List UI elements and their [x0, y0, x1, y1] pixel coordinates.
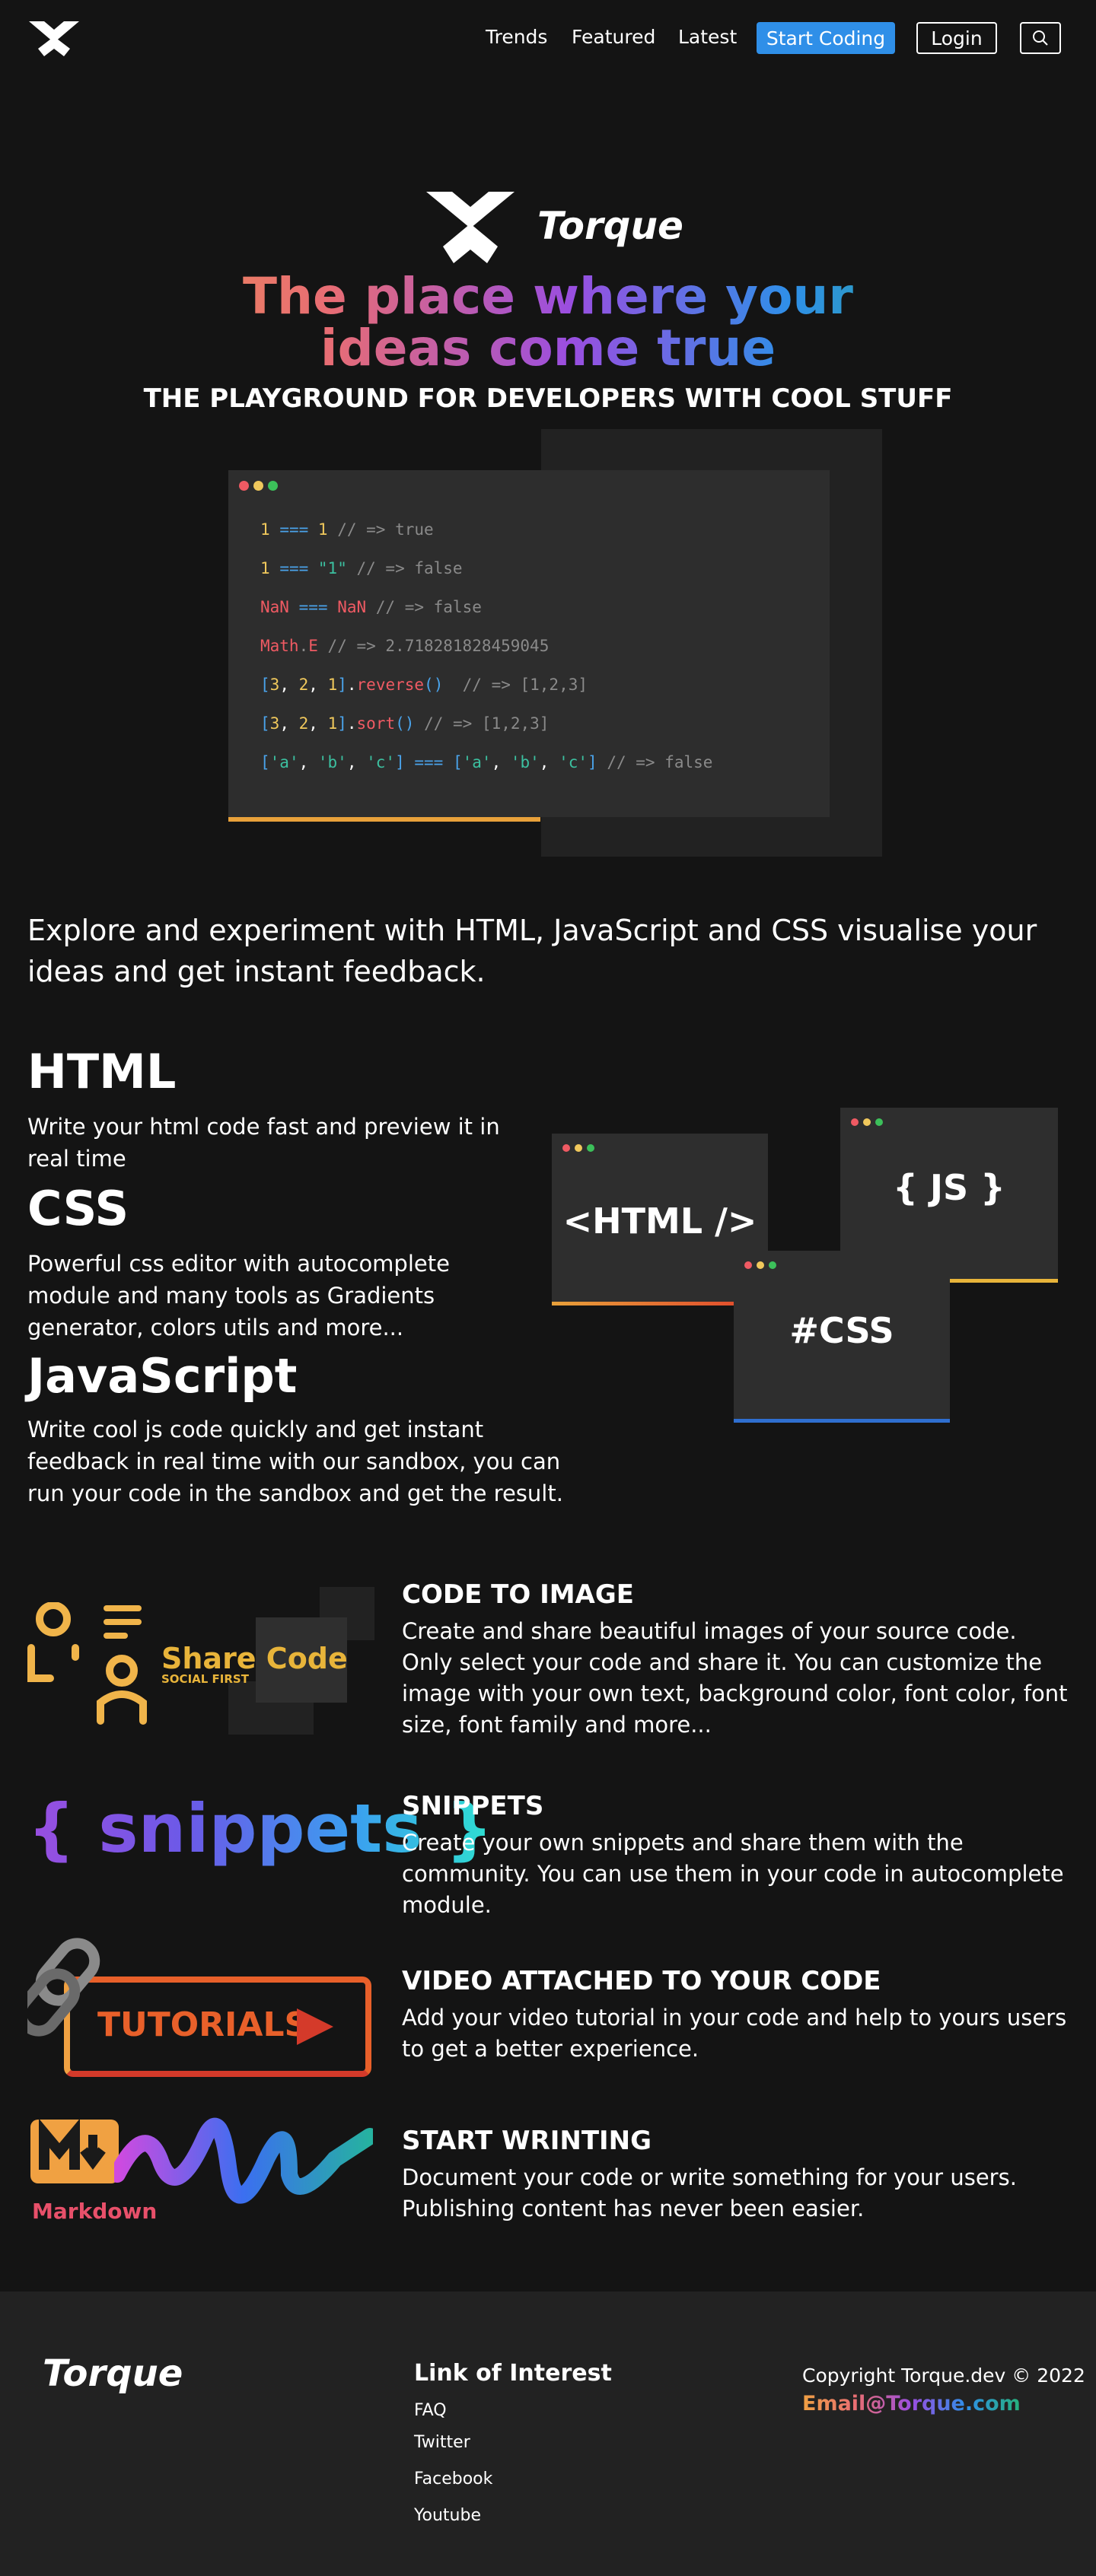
markdown-m-icon: [30, 2118, 119, 2183]
minimize-dot-icon: [863, 1118, 871, 1126]
nav-link-trends[interactable]: Trends: [486, 26, 547, 48]
feature-text-javascript: Write cool js code quickly and get insta…: [27, 1417, 563, 1506]
feature-title-javascript: JavaScript: [27, 1348, 298, 1404]
footer-links-title: Link of Interest: [414, 2360, 612, 2387]
window-dots: [744, 1261, 776, 1269]
footer-link-youtube[interactable]: Youtube: [414, 2506, 481, 2525]
code-line: ['a', 'b', 'c'] === ['a', 'b', 'c'] // =…: [260, 753, 713, 771]
markdown-label: Markdown: [32, 2199, 158, 2224]
code-line: [3, 2, 1].reverse() // => [1,2,3]: [260, 676, 588, 694]
headline-line-1: The place where your: [243, 267, 853, 326]
footer-link-twitter[interactable]: Twitter: [414, 2433, 470, 2452]
share-code-label: Share Code: [161, 1642, 348, 1675]
code-line: 1 === "1" // => false: [260, 559, 463, 577]
js-panel-label: { JS }: [893, 1167, 1005, 1208]
footer-link-facebook[interactable]: Facebook: [414, 2469, 492, 2489]
section-title-video: VIDEO ATTACHED TO YOUR CODE: [402, 1966, 881, 1996]
social-first-label: SOCIAL FIRST: [161, 1672, 249, 1686]
top-nav: Trends Featured Latest Start Coding Logi…: [0, 0, 1096, 76]
start-coding-button[interactable]: Start Coding: [757, 22, 895, 54]
window-dots: [851, 1118, 883, 1126]
headline-line-2: ideas come true: [320, 319, 776, 377]
feature-title-html: HTML: [27, 1044, 177, 1099]
section-title-code-to-image: CODE TO IMAGE: [402, 1579, 635, 1610]
minimize-dot-icon: [253, 481, 263, 491]
feature-text-css: Powerful css editor with autocomplete mo…: [27, 1251, 450, 1340]
html-panel-label: <HTML />: [562, 1201, 757, 1242]
css-panel: #CSS: [734, 1251, 950, 1423]
css-panel-label: #CSS: [789, 1310, 894, 1351]
css-panel-underline: [734, 1419, 950, 1423]
nav-link-latest[interactable]: Latest: [678, 26, 737, 48]
maximize-dot-icon: [769, 1261, 776, 1269]
torque-logo-icon[interactable]: [27, 20, 81, 58]
maximize-dot-icon: [875, 1118, 883, 1126]
close-dot-icon: [562, 1144, 570, 1152]
search-icon: [1033, 30, 1048, 46]
explore-text: Explore and experiment with HTML, JavaSc…: [27, 914, 1037, 988]
code-window-accent-bar: [228, 817, 540, 822]
feature-text-html: Write your html code fast and preview it…: [27, 1114, 500, 1172]
search-button[interactable]: [1020, 22, 1061, 54]
minimize-dot-icon: [575, 1144, 582, 1152]
people-share-icon: [27, 1602, 147, 1725]
code-line: [3, 2, 1].sort() // => [1,2,3]: [260, 714, 550, 733]
close-dot-icon: [744, 1261, 752, 1269]
tutorials-label: TUTORIALS: [97, 2005, 309, 2044]
code-sample: 1 === 1 // => true 1 === "1" // => false…: [260, 520, 712, 792]
section-text-start-writing: Document your code or write something fo…: [402, 2164, 1017, 2221]
footer: [0, 2291, 1096, 2576]
code-line: 1 === 1 // => true: [260, 520, 434, 539]
close-dot-icon: [239, 481, 249, 491]
footer-brand: Torque: [43, 2352, 183, 2395]
section-text-snippets: Create your own snippets and share them …: [402, 1830, 1064, 1918]
maximize-dot-icon: [587, 1144, 594, 1152]
section-text-video: Add your video tutorial in your code and…: [402, 2005, 1067, 2062]
code-window: 1 === 1 // => true 1 === "1" // => false…: [228, 470, 830, 822]
torque-hero-logo-icon: [426, 192, 515, 263]
window-dots: [239, 481, 278, 491]
hero-brand-name: Torque: [537, 204, 683, 248]
play-icon: [297, 2008, 333, 2045]
feature-title-css: CSS: [27, 1181, 129, 1236]
minimize-dot-icon: [757, 1261, 764, 1269]
nav-link-featured[interactable]: Featured: [572, 26, 655, 48]
section-title-start-writing: START WRINTING: [402, 2126, 652, 2156]
maximize-dot-icon: [268, 481, 278, 491]
link-chain-icon: [27, 1938, 100, 2037]
code-line: Math.E // => 2.718281828459045: [260, 637, 550, 655]
footer-copyright: Copyright Torque.dev © 2022: [802, 2365, 1085, 2387]
footer-email-link[interactable]: Email@Torque.com: [802, 2392, 1021, 2415]
section-text-code-to-image: Create and share beautiful images of you…: [402, 1618, 1068, 1738]
code-line: NaN === NaN // => false: [260, 598, 482, 616]
hero-subheadline: THE PLAYGROUND FOR DEVELOPERS WITH COOL …: [143, 383, 953, 414]
login-button[interactable]: Login: [916, 22, 997, 54]
footer-link-faq[interactable]: FAQ: [414, 2401, 447, 2420]
hero-headline: The place where your ideas come true: [0, 271, 1096, 374]
close-dot-icon: [851, 1118, 859, 1126]
section-title-snippets: SNIPPETS: [402, 1791, 544, 1821]
window-dots: [562, 1144, 594, 1152]
